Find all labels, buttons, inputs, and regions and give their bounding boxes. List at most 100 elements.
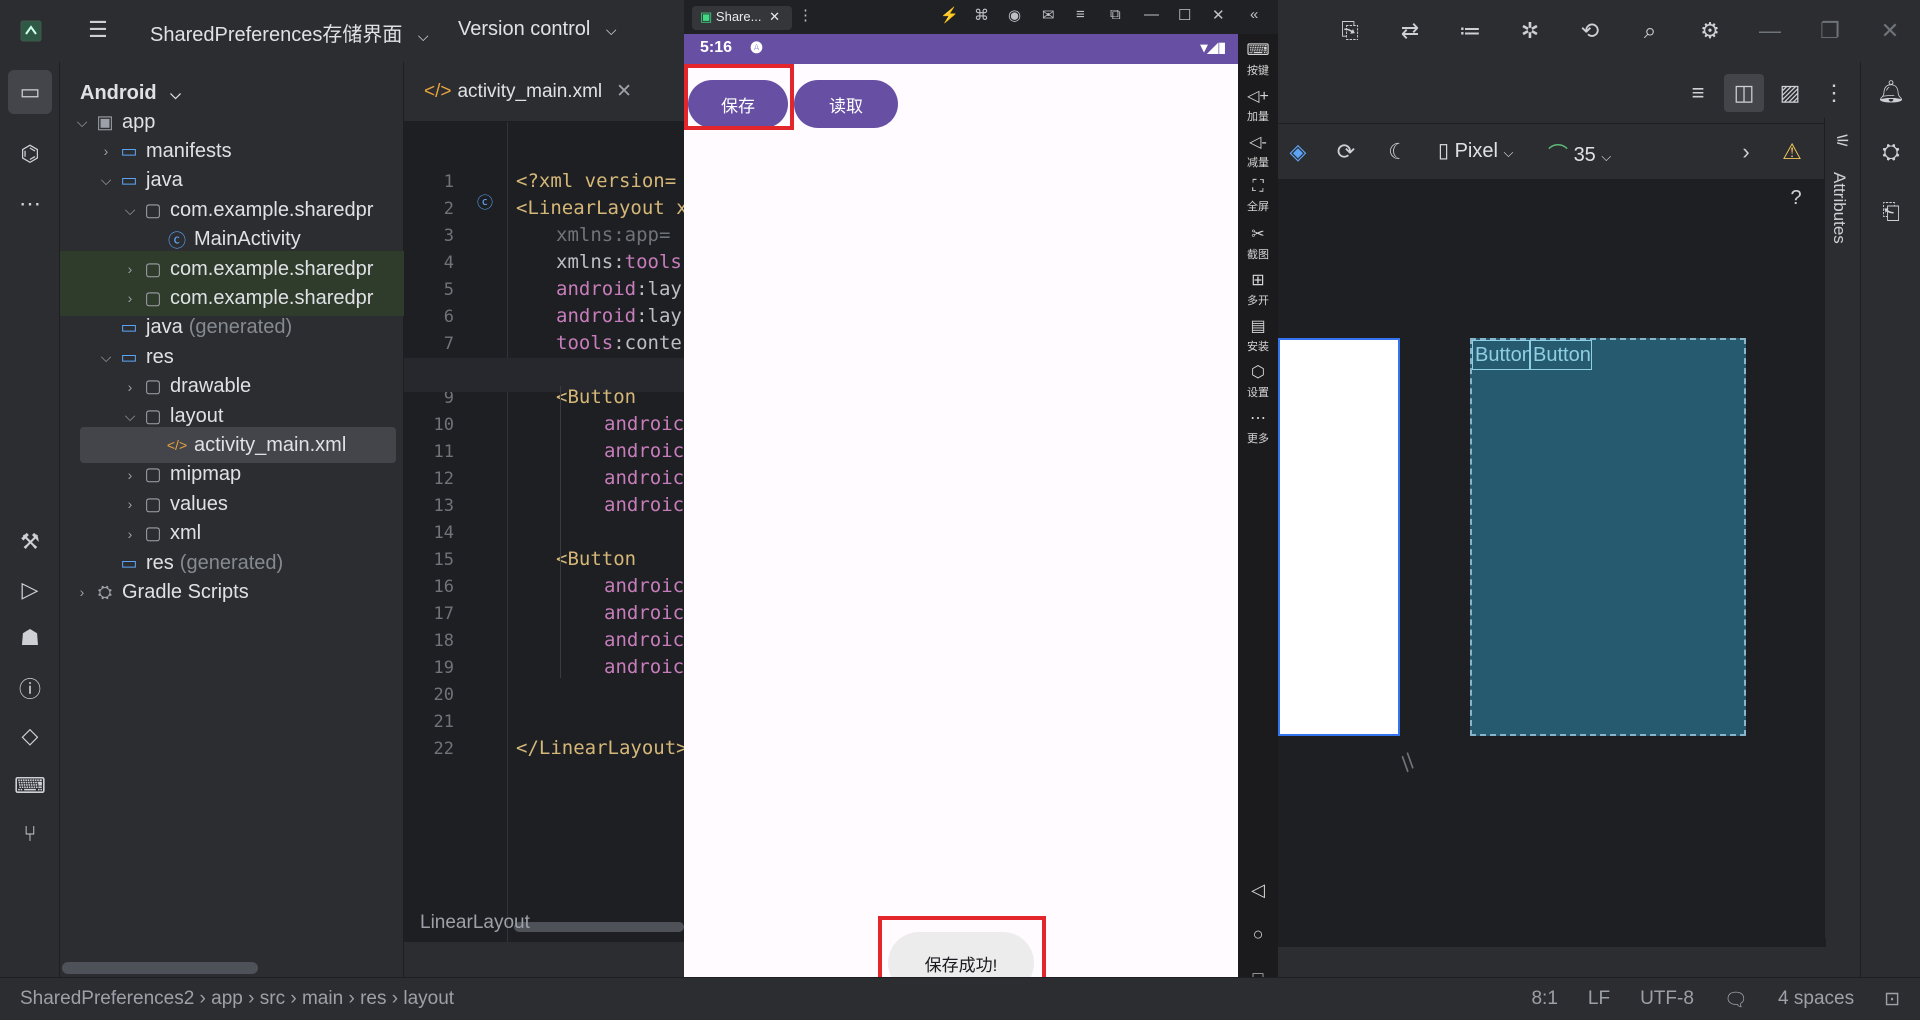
emulator-side-button[interactable]: ▤ 安装: [1238, 316, 1278, 354]
emulator-side-button[interactable]: ⛶ 全屏: [1238, 178, 1278, 214]
breadcrumb-item[interactable]: src: [260, 988, 285, 1009]
code-line[interactable]: androic: [604, 440, 684, 462]
emulator-side-button[interactable]: ⋯ 更多: [1238, 408, 1278, 446]
code-line[interactable]: xmlns:app=: [556, 224, 670, 246]
orientation-icon[interactable]: ⟳: [1326, 134, 1366, 170]
help-icon[interactable]: ?: [1778, 180, 1814, 216]
more-vertical-icon[interactable]: ⋮: [798, 6, 813, 24]
code-line[interactable]: androic: [604, 602, 684, 624]
lock-icon[interactable]: ⊡: [1884, 988, 1900, 1012]
project-folder-icon[interactable]: ▭: [8, 70, 52, 114]
code-line[interactable]: tools:conte: [556, 332, 682, 354]
account-icon[interactable]: ◉: [1008, 6, 1021, 24]
chevron-right-icon[interactable]: ›: [120, 261, 140, 277]
tree-item[interactable]: › ⛭ Gradle Scripts: [60, 574, 404, 610]
night-mode-icon[interactable]: ☾: [1378, 134, 1418, 170]
resize-handle-icon[interactable]: //: [1396, 749, 1421, 777]
caret-position[interactable]: 8:1: [1531, 988, 1557, 1012]
code-line[interactable]: xmlns:tools: [556, 251, 682, 273]
emulator-side-button[interactable]: ◁+ 加量: [1238, 86, 1278, 124]
chevron-right-icon[interactable]: ›: [96, 143, 116, 159]
boost-icon[interactable]: ⚡: [940, 6, 959, 24]
chevron-down-icon[interactable]: ⌵: [120, 202, 140, 219]
code-line[interactable]: android:lay: [556, 278, 682, 300]
line-ending[interactable]: LF: [1588, 988, 1610, 1012]
chevron-down-icon[interactable]: ⌵: [120, 408, 140, 425]
code-line[interactable]: androic: [604, 494, 684, 516]
gamepad-icon[interactable]: ⌘: [974, 6, 989, 24]
code-line[interactable]: androic: [604, 656, 684, 678]
emulator-side-button[interactable]: ⊞ 多开: [1238, 270, 1278, 308]
breadcrumb-item[interactable]: layout: [403, 988, 454, 1009]
class-gutter-icon[interactable]: ⓒ: [474, 190, 496, 212]
device-selector[interactable]: ▯ Pixel ⌵: [1438, 138, 1513, 163]
pip-icon[interactable]: ⧉: [1110, 6, 1121, 23]
code-line[interactable]: androic: [604, 467, 684, 489]
breadcrumb-item[interactable]: res: [360, 988, 386, 1009]
back-nav-icon[interactable]: ◁: [1238, 880, 1278, 901]
chevron-down-icon[interactable]: ⌵: [96, 349, 116, 366]
blueprint-button[interactable]: Button: [1530, 340, 1592, 370]
ai-chat-icon[interactable]: 🗨︎: [1724, 988, 1748, 1012]
code-line[interactable]: androic: [604, 413, 684, 435]
chevron-right-icon[interactable]: ›: [120, 379, 140, 395]
git-branch-icon[interactable]: ⑂: [0, 804, 60, 864]
code-line[interactable]: </LinearLayout>: [516, 737, 688, 759]
emulator-side-button[interactable]: ⌨ 按键: [1238, 40, 1278, 78]
more-tools-icon[interactable]: ⋯: [0, 174, 60, 234]
chevron-right-icon[interactable]: ›: [72, 584, 92, 600]
horizontal-scrollbar[interactable]: [62, 962, 258, 974]
main-menu-icon[interactable]: ☰: [84, 16, 112, 44]
maximize-icon[interactable]: ☐: [1178, 6, 1191, 24]
sync-icon[interactable]: ⟲: [1560, 0, 1620, 62]
code-line[interactable]: <Button: [556, 386, 636, 408]
settings-gear-icon[interactable]: ⚙: [1680, 0, 1740, 62]
search-icon[interactable]: ⌕: [1620, 0, 1680, 62]
android-studio-logo-icon[interactable]: [14, 14, 48, 48]
chevron-right-icon[interactable]: ›: [120, 467, 140, 483]
gradle-icon[interactable]: ⛭: [1861, 122, 1920, 182]
emulator-side-button[interactable]: ✂ 截图: [1238, 224, 1278, 262]
tab-activity-main[interactable]: </> activity_main.xml ✕: [424, 80, 632, 103]
breadcrumb-item[interactable]: app: [211, 988, 243, 1009]
menu-icon[interactable]: ≡: [1076, 6, 1085, 23]
project-selector[interactable]: SharedPreferences存储界面 ⌵: [150, 18, 429, 47]
breadcrumb-item[interactable]: SharedPreferences2: [20, 988, 194, 1009]
build-variants-icon[interactable]: ≔: [1440, 0, 1500, 62]
mail-icon[interactable]: ✉: [1042, 6, 1055, 24]
chevron-right-icon[interactable]: ›: [120, 496, 140, 512]
api-selector[interactable]: ⌒ 35 ⌵: [1548, 138, 1611, 167]
blueprint-frame[interactable]: Button Button: [1470, 338, 1746, 736]
attributes-icon[interactable]: ⚟: [1825, 126, 1861, 156]
more-vertical-icon[interactable]: ⋮: [1814, 74, 1854, 112]
chevron-down-icon[interactable]: ⌵: [72, 114, 92, 131]
code-line[interactable]: <?xml version=: [516, 170, 676, 192]
indent-setting[interactable]: 4 spaces: [1778, 988, 1854, 1012]
design-canvas[interactable]: ? Button Button //: [1278, 180, 1826, 947]
emulator-side-button[interactable]: ◁- 减量: [1238, 132, 1278, 170]
debug-icon[interactable]: ✲: [1500, 0, 1560, 62]
warning-icon[interactable]: ⚠: [1772, 134, 1812, 170]
emulator-app-tab[interactable]: ▣ Share... ✕: [692, 6, 792, 30]
code-line[interactable]: androic: [604, 575, 684, 597]
device-explorer-icon[interactable]: ⎗: [1861, 182, 1920, 242]
minimize-icon[interactable]: —: [1740, 0, 1800, 62]
read-button[interactable]: 读取: [794, 80, 898, 128]
notifications-bell-icon[interactable]: 🔔︎: [1861, 62, 1920, 122]
chevron-right-icon[interactable]: ›: [120, 290, 140, 306]
editor-breadcrumb[interactable]: LinearLayout: [404, 906, 684, 942]
design-preview-frame[interactable]: [1278, 338, 1400, 736]
device-manager-icon[interactable]: ⎘: [1320, 0, 1380, 62]
project-view-selector[interactable]: Android ⌵: [80, 82, 181, 105]
version-control-menu[interactable]: Version control ⌵: [458, 18, 616, 41]
home-nav-icon[interactable]: ○: [1238, 924, 1278, 945]
code-line[interactable]: <Button: [556, 548, 636, 570]
blueprint-button[interactable]: Button: [1472, 340, 1530, 370]
breadcrumb-item[interactable]: main: [302, 988, 343, 1009]
translate-icon[interactable]: ⇄: [1380, 0, 1440, 62]
code-view-icon[interactable]: ≡: [1678, 74, 1718, 112]
close-tab-icon[interactable]: ✕: [769, 9, 780, 24]
design-view-icon[interactable]: ▨: [1770, 74, 1810, 112]
layers-icon[interactable]: ◈: [1278, 134, 1318, 170]
split-view-icon[interactable]: ◫: [1724, 74, 1764, 112]
